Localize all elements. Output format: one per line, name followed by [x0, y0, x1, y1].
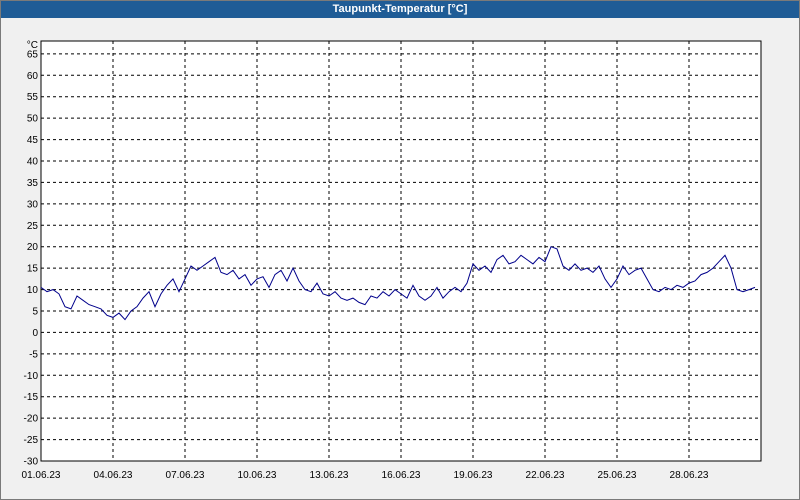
- y-tick-label: 50: [27, 114, 39, 125]
- y-tick-label: 60: [27, 71, 39, 82]
- y-tick-label: -15: [24, 392, 39, 403]
- y-tick-label: -10: [24, 371, 39, 382]
- x-tick-label: 16.06.23: [382, 470, 421, 481]
- y-tick-label: 65: [27, 49, 39, 60]
- x-tick-label: 13.06.23: [310, 470, 349, 481]
- x-tick-label: 10.06.23: [238, 470, 277, 481]
- y-tick-label: 30: [27, 199, 39, 210]
- chart-window: Taupunkt-Temperatur [°C] -30 -25 -20 -15 -10…: [0, 0, 800, 500]
- y-tick-label: 10: [27, 285, 39, 296]
- y-tick-label: 15: [27, 264, 39, 275]
- y-tick-label: 45: [27, 135, 39, 146]
- y-tick-label: 0: [32, 328, 38, 339]
- y-tick-label: 5: [32, 307, 38, 318]
- y-tick-label: -5: [29, 349, 38, 360]
- y-tick-label: 25: [27, 221, 39, 232]
- dew-point-chart: -30 -25 -20 -15 -10 -5 0 5 10 15 20 25 30 35 40 45 50 55 6…: [22, 40, 762, 481]
- x-tick-label: 01.06.23: [22, 470, 61, 481]
- y-tick-label: -20: [24, 414, 39, 425]
- x-tick-label: 04.06.23: [94, 470, 133, 481]
- x-tick-label: 22.06.23: [526, 470, 565, 481]
- y-tick-label: -25: [24, 435, 39, 446]
- x-tick-label: 19.06.23: [454, 470, 493, 481]
- y-tick-label: 35: [27, 178, 39, 189]
- x-tick-label: 25.06.23: [598, 470, 637, 481]
- y-tick-label: -30: [24, 457, 39, 468]
- y-tick-label: 20: [27, 242, 39, 253]
- y-axis-unit: °C: [27, 40, 38, 51]
- x-tick-label: 28.06.23: [670, 470, 709, 481]
- y-tick-label: 40: [27, 157, 39, 168]
- x-tick-label: 07.06.23: [166, 470, 205, 481]
- y-tick-label: 55: [27, 92, 39, 103]
